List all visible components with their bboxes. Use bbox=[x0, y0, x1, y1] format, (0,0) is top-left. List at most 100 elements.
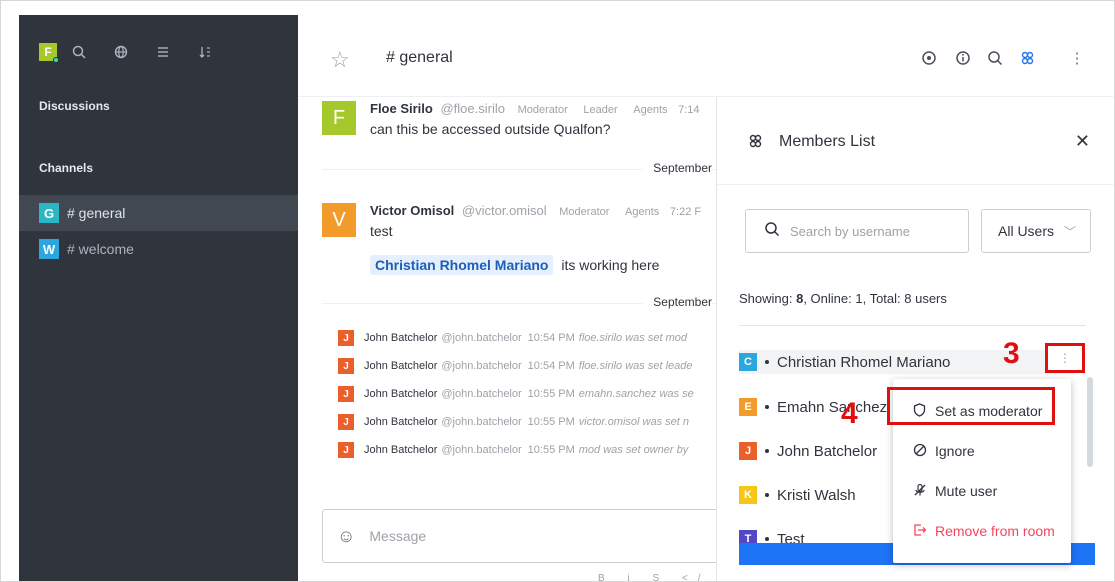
message-avatar[interactable]: F bbox=[322, 101, 356, 135]
remove-icon bbox=[913, 523, 929, 540]
menu-item-ignore[interactable]: Ignore bbox=[893, 433, 1071, 469]
message: F Floe Sirilo @floe.sirilo Moderator Lea… bbox=[322, 101, 716, 151]
system-message-username: @john.batchelor bbox=[441, 332, 522, 344]
divider bbox=[739, 325, 1086, 326]
day-divider: September bbox=[643, 295, 712, 309]
user-avatar[interactable]: F bbox=[39, 43, 59, 63]
step-3-annotation: 3 bbox=[1003, 337, 1020, 370]
sidebar-item-label: # general bbox=[67, 205, 126, 221]
discussions-section-label[interactable]: Discussions bbox=[39, 99, 110, 113]
status-dot bbox=[765, 405, 769, 409]
role-badge: Agents bbox=[633, 104, 668, 116]
system-message-time: 10:55 PM bbox=[527, 416, 575, 428]
status-dot bbox=[765, 360, 769, 364]
role-badge: Moderator bbox=[517, 104, 568, 116]
day-divider: September bbox=[643, 161, 712, 175]
message-author[interactable]: Floe Sirilo bbox=[370, 101, 433, 116]
system-message-author: John Batchelor bbox=[364, 416, 438, 428]
info-icon[interactable] bbox=[954, 49, 972, 67]
channel-avatar: G bbox=[39, 203, 59, 223]
highlight-box bbox=[887, 387, 1055, 425]
status-dot bbox=[765, 449, 769, 453]
sidebar: F Discussions Channels G # general W # w… bbox=[19, 15, 298, 581]
system-message-avatar: J bbox=[338, 386, 354, 402]
menu-item-mute-user[interactable]: Mute user bbox=[893, 473, 1071, 509]
sidebar-item-welcome[interactable]: W # welcome bbox=[19, 231, 298, 267]
status-dot bbox=[765, 537, 769, 541]
room-header: ☆ # general ⋮ bbox=[298, 15, 1114, 97]
system-message-avatar: J bbox=[338, 330, 354, 346]
menu-item-remove-from-room[interactable]: Remove from room bbox=[893, 513, 1071, 549]
system-message-username: @john.batchelor bbox=[441, 360, 522, 372]
member-search-input[interactable]: Search by username bbox=[745, 209, 969, 253]
member-name: Christian Rhomel Mariano bbox=[777, 353, 951, 371]
member-item[interactable]: E Emahn Sanchez bbox=[739, 395, 887, 419]
sidebar-item-general[interactable]: G # general bbox=[19, 195, 298, 231]
system-message-username: @john.batchelor bbox=[441, 416, 522, 428]
system-message-author: John Batchelor bbox=[364, 444, 438, 456]
system-message-author: John Batchelor bbox=[364, 332, 438, 344]
member-kebab-button[interactable]: ⋮ bbox=[1045, 343, 1085, 373]
globe-icon[interactable] bbox=[111, 42, 131, 62]
user-avatar-initial: F bbox=[44, 45, 52, 59]
stats-prefix: Showing: bbox=[739, 291, 797, 306]
list-icon[interactable] bbox=[153, 42, 173, 62]
format-toolbar[interactable]: B i S </ bbox=[598, 573, 711, 581]
system-message-author: John Batchelor bbox=[364, 360, 438, 372]
system-message-text: floe.sirilo was set leade bbox=[578, 360, 693, 372]
member-item[interactable]: K Kristi Walsh bbox=[739, 483, 856, 507]
search-icon[interactable] bbox=[986, 49, 1004, 67]
member-item[interactable]: C Christian Rhomel Mariano bbox=[739, 350, 1077, 374]
members-panel-header: Members List ✕ bbox=[717, 97, 1114, 185]
emoji-icon[interactable]: ☺ bbox=[337, 526, 355, 547]
message-username: @floe.sirilo bbox=[440, 101, 505, 116]
member-item[interactable]: J John Batchelor bbox=[739, 439, 877, 463]
user-filter-select[interactable]: All Users ﹀ bbox=[981, 209, 1091, 253]
system-message: J John Batchelor @john.batchelor 10:54 P… bbox=[338, 329, 687, 347]
system-message-avatar: J bbox=[338, 442, 354, 458]
kebab-icon[interactable]: ⋮ bbox=[1068, 49, 1086, 67]
member-avatar: E bbox=[739, 398, 757, 416]
message-composer[interactable]: ☺ Message bbox=[322, 509, 716, 563]
add-users-button-edge bbox=[1071, 543, 1095, 565]
close-icon[interactable]: ✕ bbox=[1075, 131, 1090, 152]
system-message-time: 10:54 PM bbox=[527, 360, 575, 372]
message-author[interactable]: Victor Omisol bbox=[370, 203, 454, 218]
search-icon bbox=[764, 221, 780, 242]
channel-avatar: W bbox=[39, 239, 59, 259]
online-status-dot bbox=[53, 57, 59, 63]
system-message-username: @john.batchelor bbox=[441, 444, 522, 456]
scrollbar[interactable] bbox=[1087, 377, 1093, 467]
user-mention[interactable]: Christian Rhomel Mariano bbox=[370, 255, 554, 275]
message: V Victor Omisol @victor.omisol Moderator… bbox=[322, 203, 716, 283]
message-input[interactable]: Message bbox=[369, 528, 426, 544]
sidebar-toolbar: F bbox=[39, 37, 288, 67]
message-list: F Floe Sirilo @floe.sirilo Moderator Lea… bbox=[298, 97, 716, 581]
star-icon[interactable]: ☆ bbox=[330, 47, 350, 73]
message-header: Floe Sirilo @floe.sirilo Moderator Leade… bbox=[370, 101, 700, 116]
sort-icon[interactable] bbox=[195, 42, 215, 62]
message-body-mention: Christian Rhomel Mariano its working her… bbox=[370, 255, 659, 275]
ignore-icon bbox=[913, 443, 929, 460]
system-message-author: John Batchelor bbox=[364, 388, 438, 400]
system-message: J John Batchelor @john.batchelor 10:55 P… bbox=[338, 385, 694, 403]
search-icon[interactable] bbox=[69, 42, 89, 62]
member-name: Emahn Sanchez bbox=[777, 398, 888, 416]
message-body: test bbox=[370, 223, 393, 239]
system-message-time: 10:55 PM bbox=[527, 388, 575, 400]
message-avatar[interactable]: V bbox=[322, 203, 356, 237]
search-placeholder: Search by username bbox=[790, 223, 910, 239]
message-time: 7:14 bbox=[678, 104, 700, 116]
system-message-text: victor.omisol was set n bbox=[578, 416, 690, 428]
menu-item-label: Ignore bbox=[935, 443, 975, 459]
members-icon[interactable] bbox=[1018, 49, 1036, 67]
threads-icon[interactable] bbox=[920, 49, 938, 67]
channels-section-label: Channels bbox=[39, 161, 94, 175]
room-title: # general bbox=[386, 49, 453, 66]
message-time: 7:22 F bbox=[669, 206, 702, 218]
members-panel-title: Members List bbox=[779, 133, 876, 150]
sidebar-item-label: # welcome bbox=[67, 241, 134, 257]
system-message: J John Batchelor @john.batchelor 10:55 P… bbox=[338, 441, 688, 459]
member-avatar: J bbox=[739, 442, 757, 460]
menu-item-label: Mute user bbox=[935, 483, 998, 499]
